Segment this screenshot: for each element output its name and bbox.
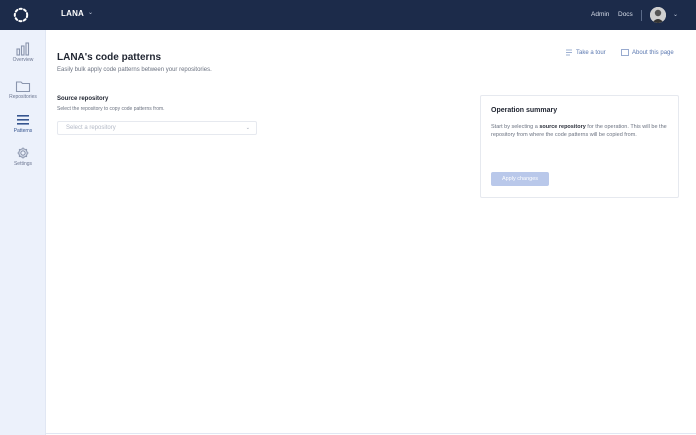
gear-icon — [17, 147, 29, 159]
chevron-down-icon[interactable]: ⌄ — [673, 11, 678, 18]
source-repository-select[interactable]: Select a repository ⌄ — [57, 121, 257, 135]
summary-text-start: Start by selecting a — [491, 124, 540, 130]
list-icon — [17, 115, 29, 125]
chevron-down-icon[interactable]: ⌄ — [88, 9, 93, 16]
logo-icon[interactable] — [13, 7, 29, 23]
page-subtitle: Easily bulk apply code patterns between … — [57, 67, 212, 73]
about-this-page-link[interactable]: About this page — [621, 49, 674, 56]
take-a-tour-label: Take a tour — [576, 50, 606, 57]
folder-icon — [15, 81, 31, 93]
divider — [641, 10, 642, 21]
sidebar-item-overview[interactable]: Overview — [0, 42, 46, 70]
source-repository-label: Source repository — [57, 96, 109, 102]
sidebar-item-settings[interactable]: Settings — [0, 146, 46, 174]
tour-icon — [566, 49, 572, 56]
take-a-tour-link[interactable]: Take a tour — [565, 49, 606, 56]
source-repository-help: Select the repository to copy code patte… — [57, 106, 165, 112]
summary-text-emphasis: source repository — [539, 124, 586, 130]
docs-link[interactable]: Docs — [618, 11, 633, 18]
select-placeholder: Select a repository — [66, 125, 116, 131]
sidebar-item-patterns[interactable]: Patterns — [0, 113, 46, 141]
sidebar-item-label: Overview — [12, 57, 34, 63]
avatar-icon — [650, 7, 666, 23]
operation-summary-card: Operation summary Start by selecting a s… — [480, 95, 679, 198]
top-navigation-bar: LANA ⌄ Admin Docs ⌄ — [0, 0, 696, 30]
page-title: LANA's code patterns — [57, 52, 162, 63]
admin-link[interactable]: Admin — [591, 11, 609, 18]
sidebar-item-label: Settings — [13, 161, 33, 167]
book-icon — [621, 49, 629, 56]
chevron-down-icon: ⌄ — [245, 125, 250, 131]
sidebar-item-label: Repositories — [9, 94, 37, 100]
apply-changes-button[interactable]: Apply changes — [491, 172, 549, 186]
bar-chart-icon — [16, 42, 30, 56]
operation-summary-text: Start by selecting a source repository f… — [491, 123, 671, 139]
sidebar-item-repositories[interactable]: Repositories — [0, 79, 46, 107]
sidebar-item-label: Patterns — [13, 128, 33, 134]
divider — [46, 433, 696, 434]
sidebar: Overview Repositories Patterns Settings — [0, 30, 46, 435]
user-avatar[interactable] — [650, 7, 666, 23]
about-this-page-label: About this page — [632, 50, 674, 57]
operation-summary-title: Operation summary — [491, 107, 558, 114]
organization-name[interactable]: LANA — [61, 9, 84, 18]
